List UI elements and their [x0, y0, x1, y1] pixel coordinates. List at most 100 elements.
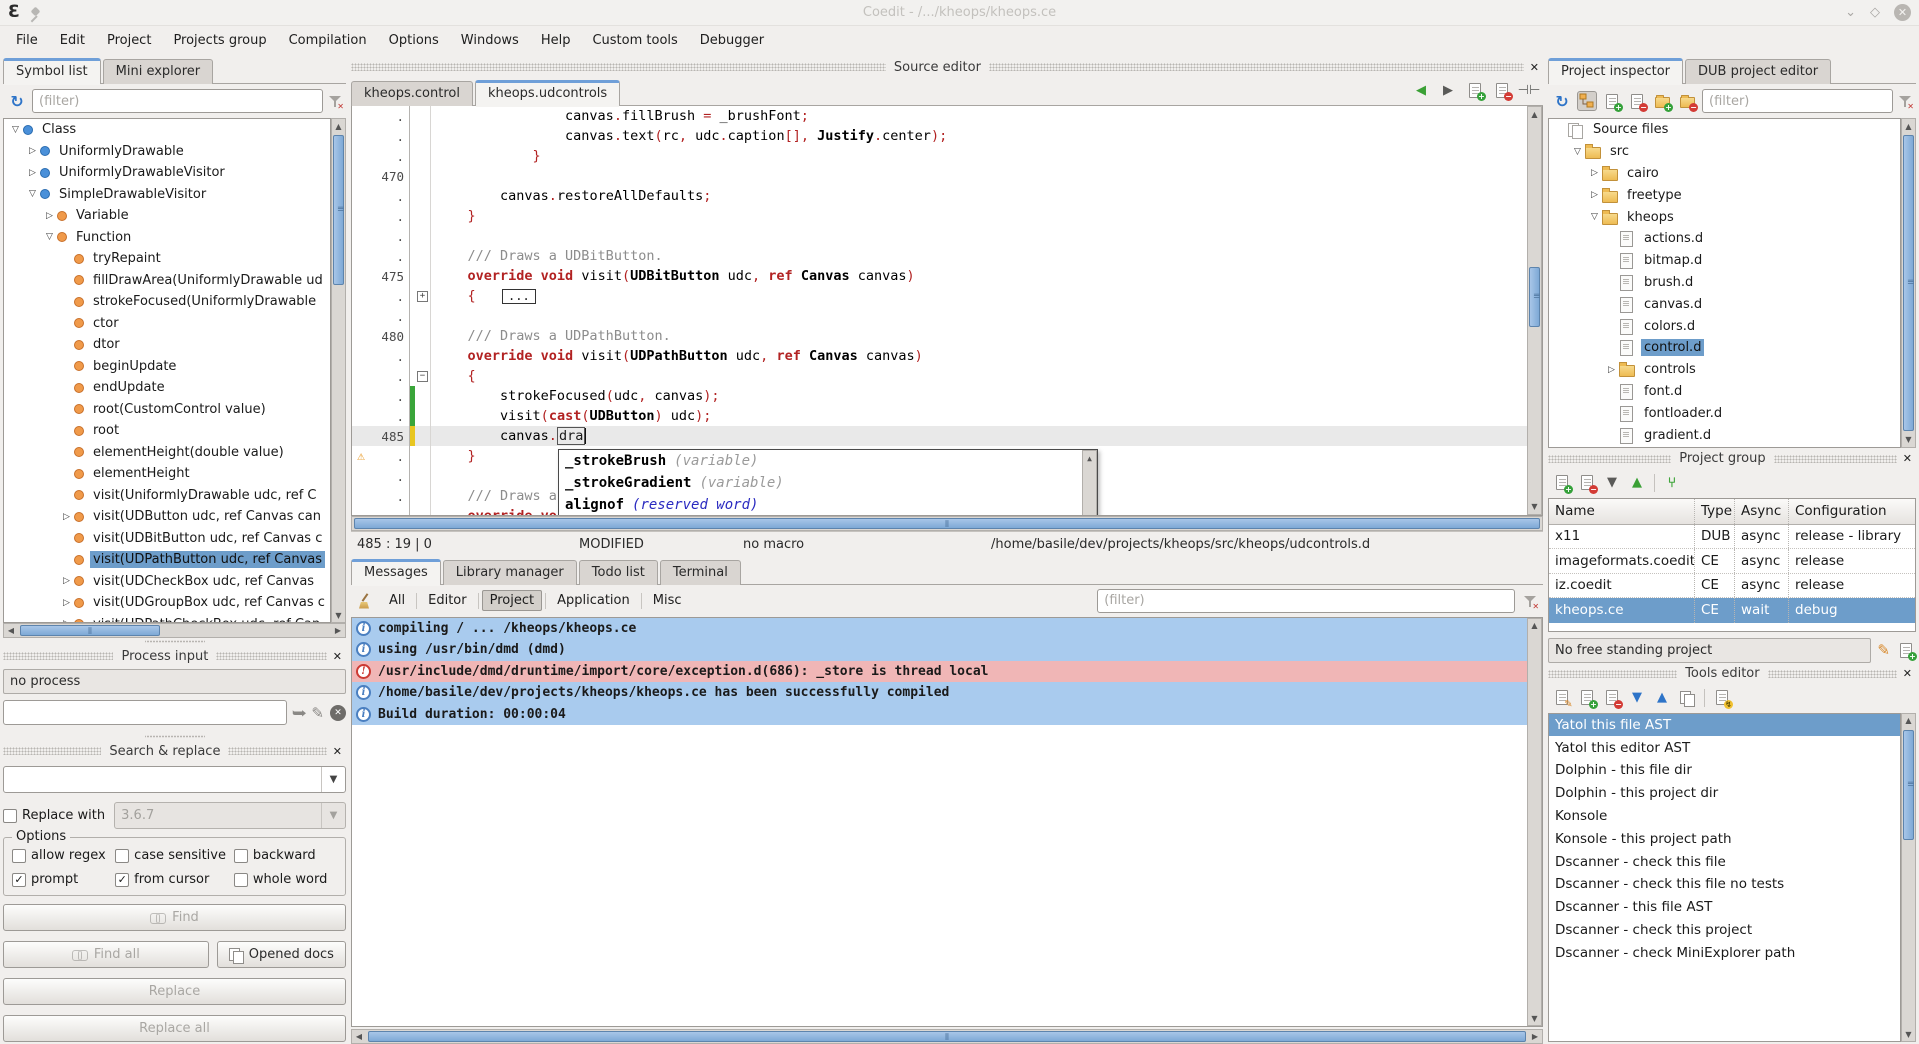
kill-process-icon[interactable]: ✕ — [330, 705, 346, 721]
file-tree-item[interactable]: colors.d — [1549, 315, 1900, 337]
file-tree-item[interactable]: font.d — [1549, 381, 1900, 403]
tab-terminal[interactable]: Terminal — [660, 560, 741, 585]
symbol-tree-item[interactable]: ▷visit(UDGroupBox udc, ref Canvas c — [4, 592, 330, 614]
scroll-left-icon[interactable]: ◀ — [4, 624, 18, 637]
tool-item[interactable]: Dscanner - this file AST — [1549, 896, 1900, 919]
scroll-up-icon[interactable]: ▲ — [1528, 619, 1541, 633]
replace-with-checkbox[interactable] — [3, 809, 17, 823]
send-input-icon[interactable]: ➥ — [292, 704, 307, 722]
remove-project-icon[interactable]: − — [1577, 473, 1597, 493]
symbol-tree-item[interactable]: visit(UDBitButton udc, ref Canvas c — [4, 528, 330, 550]
code-line[interactable]: . visit(cast(UDButton) udc); — [352, 406, 1527, 426]
expander-icon[interactable]: ▽ — [1587, 212, 1602, 222]
replace-button[interactable]: Replace — [3, 978, 346, 1005]
scroll-down-icon[interactable]: ▼ — [1902, 1027, 1915, 1041]
line-number[interactable]: 475 — [370, 266, 410, 286]
message-row[interactable]: !/usr/include/dmd/druntime/import/core/e… — [352, 661, 1527, 683]
file-tree-item[interactable]: control.d — [1549, 337, 1900, 359]
code-line[interactable]: . strokeFocused(udc, canvas); — [352, 386, 1527, 406]
refresh-icon[interactable]: ↻ — [7, 91, 27, 111]
code-area[interactable]: . canvas.fillBrush = _brushFont;. canvas… — [352, 106, 1527, 515]
line-number[interactable]: 485 — [370, 426, 410, 446]
line-number[interactable]: . — [370, 246, 410, 266]
checkbox-whole-word[interactable] — [234, 873, 248, 887]
minimize-icon[interactable]: ⌄ — [1845, 6, 1856, 19]
project-filter-input[interactable] — [1702, 89, 1893, 113]
editor-hscrollbar[interactable] — [351, 516, 1543, 531]
tool-item[interactable]: Konsole - this project path — [1549, 827, 1900, 850]
symbol-tree-item[interactable]: ▷visit(UDButton udc, ref Canvas can — [4, 506, 330, 528]
expander-icon[interactable]: ▽ — [1570, 147, 1585, 157]
tool-item[interactable]: Dscanner - check this project — [1549, 919, 1900, 942]
filter-editor[interactable]: Editor — [420, 590, 474, 611]
tab-mini-explorer[interactable]: Mini explorer — [103, 59, 214, 84]
filter-all[interactable]: All — [381, 590, 413, 611]
expander-icon[interactable]: ▷ — [59, 512, 74, 522]
line-number[interactable]: . — [370, 226, 410, 246]
send-raw-icon[interactable]: ✎ — [311, 704, 324, 722]
file-tree-item[interactable]: ▷freetype — [1549, 184, 1900, 206]
split-view-icon[interactable]: ⊣⊢ — [1519, 80, 1539, 100]
fold-ellipsis[interactable]: ... — [502, 289, 536, 304]
scroll-up-icon[interactable]: ▲ — [1528, 107, 1541, 121]
tab-dub-project-editor[interactable]: DUB project editor — [1685, 59, 1831, 84]
line-number[interactable]: . — [370, 346, 410, 366]
remove-folder-icon[interactable]: − — [1677, 91, 1697, 111]
code-line[interactable]: . — [352, 306, 1527, 326]
symbol-tree-item[interactable]: visit(UniformlyDrawable udc, ref C — [4, 485, 330, 507]
expander-icon[interactable]: ▽ — [25, 189, 40, 199]
menu-file[interactable]: File — [6, 29, 48, 52]
symbol-tree-item[interactable]: ▷visit(UDPathCheckBox udc, ref Can — [4, 614, 330, 624]
line-number[interactable]: . — [370, 306, 410, 326]
line-number[interactable]: . — [370, 446, 410, 466]
scroll-right-icon[interactable]: ▶ — [331, 624, 345, 637]
scroll-down-icon[interactable]: ▼ — [1528, 500, 1541, 514]
symbol-tree-item[interactable]: ▷UniformlyDrawableVisitor — [4, 162, 330, 184]
clear-messages-icon[interactable] — [357, 593, 373, 609]
menu-help[interactable]: Help — [531, 29, 581, 52]
symbol-tree-item[interactable]: ▽SimpleDrawableVisitor — [4, 184, 330, 206]
completion-item[interactable]: _strokeGradient(variable) — [559, 472, 1082, 494]
scroll-down-icon[interactable]: ▼ — [332, 608, 345, 622]
symbol-tree-item[interactable]: ▷UniformlyDrawable — [4, 141, 330, 163]
project-row[interactable]: imageformats.coeditCEasyncrelease — [1549, 549, 1915, 574]
code-line[interactable]: . canvas.fillBrush = _brushFont; — [352, 106, 1527, 126]
symbol-tree-item[interactable]: elementHeight(double value) — [4, 442, 330, 464]
symbol-tree-vscrollbar[interactable]: ▲ ▼ — [331, 118, 346, 623]
scroll-right-icon[interactable]: ▶ — [1528, 1030, 1542, 1043]
filter-application[interactable]: Application — [549, 590, 638, 611]
refresh-icon[interactable]: ↻ — [1552, 91, 1572, 111]
editor-vscrollbar[interactable]: ▲ ▼ — [1527, 106, 1542, 515]
symbol-tree-item[interactable]: ▷visit(UDCheckBox udc, ref Canvas — [4, 571, 330, 593]
popup-vscrollbar[interactable]: ▲ ▼ — [1082, 450, 1097, 515]
tab-kheops-udcontrols[interactable]: kheops.udcontrols — [475, 80, 620, 106]
expander-icon[interactable]: ▷ — [1604, 365, 1619, 375]
project-row[interactable]: iz.coeditCEasyncrelease — [1549, 574, 1915, 599]
file-tree-item[interactable]: ▷helpers — [1549, 446, 1900, 448]
symbol-tree-hscrollbar[interactable]: ◀ ▶ — [3, 623, 346, 638]
expander-icon[interactable]: ▷ — [42, 211, 57, 221]
file-tree-item[interactable]: gradient.d — [1549, 424, 1900, 446]
close-panel-icon[interactable]: ✕ — [1530, 61, 1539, 74]
symbol-tree-item[interactable]: visit(UDPathButton udc, ref Canvas — [4, 549, 330, 571]
code-line[interactable]: 475 override void visit(UDBitButton udc,… — [352, 266, 1527, 286]
move-up-icon[interactable]: ▲ — [1627, 473, 1647, 493]
completion-item[interactable]: _strokeBrush(variable) — [559, 450, 1082, 472]
async-mode-icon[interactable]: ⑂ — [1662, 473, 1682, 493]
code-line[interactable]: . } — [352, 206, 1527, 226]
tab-kheops-control[interactable]: kheops.control — [351, 81, 473, 106]
code-line[interactable]: .− { — [352, 366, 1527, 386]
tool-item[interactable]: Yatol this editor AST — [1549, 736, 1900, 759]
scroll-up-icon[interactable]: ▲ — [1902, 119, 1915, 133]
scroll-up-icon[interactable]: ▲ — [1902, 714, 1915, 728]
checkbox-from-cursor[interactable]: ✓ — [115, 873, 129, 887]
file-tree-item[interactable]: canvas.d — [1549, 293, 1900, 315]
project-row[interactable]: kheops.ceCEwaitdebug — [1549, 598, 1915, 623]
symbol-tree-item[interactable]: ▽Function — [4, 227, 330, 249]
close-panel-icon[interactable]: ✕ — [333, 745, 342, 758]
expander-icon[interactable]: ▽ — [8, 125, 23, 135]
file-tree-item[interactable]: ▽kheops — [1549, 206, 1900, 228]
file-tree-item[interactable]: Source files — [1549, 119, 1900, 141]
filter-misc[interactable]: Misc — [645, 590, 690, 611]
column-header[interactable]: Type — [1695, 499, 1735, 524]
